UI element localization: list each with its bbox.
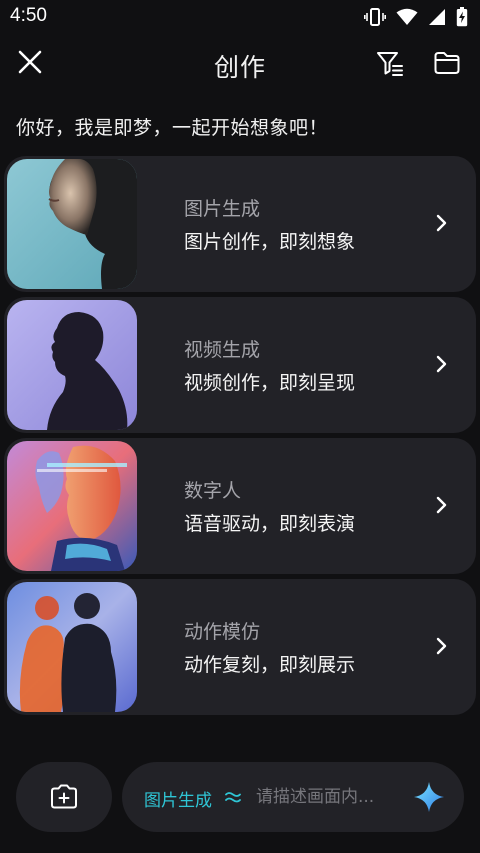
card-motion-imitation[interactable]: 动作模仿 动作复刻，即刻展示 [4,579,476,715]
filter-button[interactable] [373,46,407,80]
status-bar: 4:50 [0,0,480,34]
camera-plus-icon [51,784,77,809]
card-subtitle: 动作复刻，即刻展示 [184,654,356,676]
status-time: 4:50 [10,5,47,26]
sparkle-icon[interactable] [412,780,446,814]
card-thumbnail [7,159,137,289]
filter-icon [377,52,403,76]
header: 创作 [0,38,480,88]
chevron-right-icon [436,355,447,373]
card-thumbnail [7,441,137,571]
card-video-generation[interactable]: 视频生成 视频创作，即刻呈现 [4,297,476,433]
greeting-text: 你好，我是即梦，一起开始想象吧！ [16,117,329,139]
card-image-generation[interactable]: 图片生成 图片创作，即刻想象 [4,156,476,292]
card-title: 动作模仿 [184,621,261,643]
mode-selector[interactable]: 图片生成 [144,786,212,811]
signal-icon [429,9,445,25]
page-title: 创作 [213,53,266,82]
prompt-input[interactable] [256,782,396,812]
vibrate-icon [364,8,386,26]
wifi-icon [396,8,418,25]
camera-button[interactable] [16,762,112,832]
card-title: 图片生成 [184,198,261,220]
card-subtitle: 视频创作，即刻呈现 [184,372,356,394]
folder-button[interactable] [430,46,464,80]
card-subtitle: 语音驱动，即刻表演 [184,513,356,535]
chevron-right-icon [436,496,447,514]
swap-icon[interactable] [225,788,241,806]
card-subtitle: 图片创作，即刻想象 [184,231,356,253]
chevron-right-icon [436,637,447,655]
card-thumbnail [7,582,137,712]
status-icons [364,6,468,28]
card-title: 数字人 [184,480,242,502]
battery-charging-icon [456,7,468,27]
folder-icon [434,52,460,74]
chevron-right-icon [436,214,447,232]
card-title: 视频生成 [184,339,261,361]
prompt-bar: 图片生成 [122,762,464,832]
card-thumbnail [7,300,137,430]
card-digital-human[interactable]: 数字人 语音驱动，即刻表演 [4,438,476,574]
